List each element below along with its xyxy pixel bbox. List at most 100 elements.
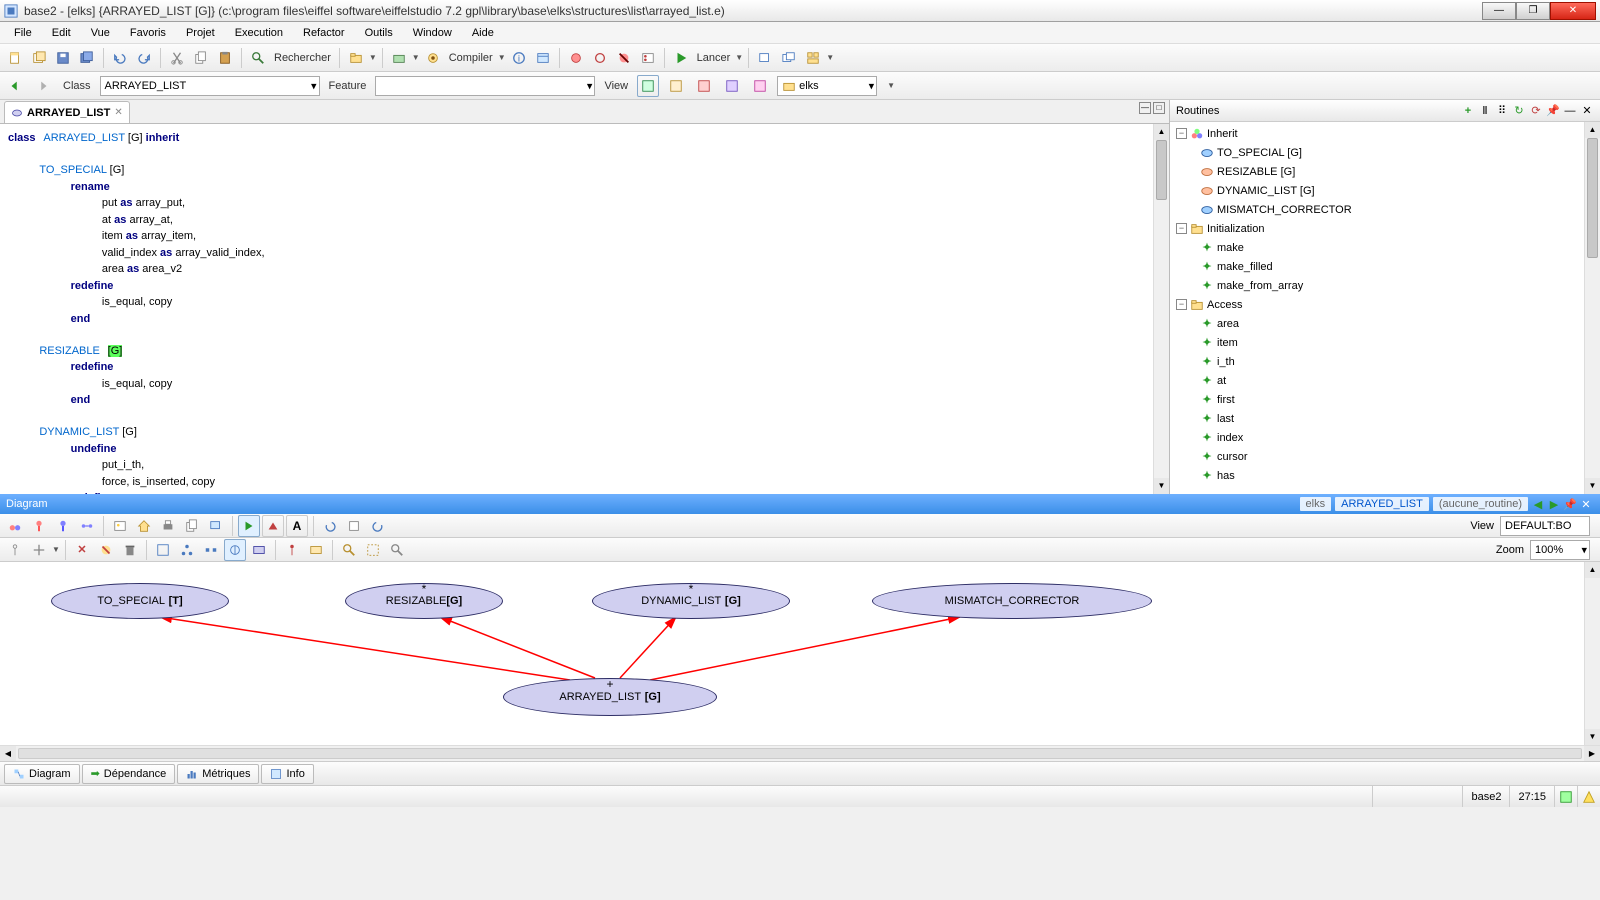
diagram-canvas[interactable]: TO_SPECIAL [T] *RESIZABLE[G] *DYNAMIC_LI… — [0, 562, 1600, 745]
node-mismatch[interactable]: MISMATCH_CORRECTOR — [872, 583, 1152, 619]
diagram-v-scrollbar[interactable]: ▲▼ — [1584, 562, 1600, 745]
client-icon[interactable] — [28, 515, 50, 537]
tree-item[interactable]: ✦index — [1174, 428, 1596, 447]
scroll-up-icon[interactable]: ▲ — [1154, 124, 1169, 140]
node-resizable[interactable]: *RESIZABLE[G] — [345, 583, 503, 619]
layout-1-icon[interactable] — [152, 539, 174, 561]
copy-diagram-icon[interactable] — [181, 515, 203, 537]
project-icon[interactable] — [388, 47, 410, 69]
window-new-icon[interactable] — [754, 47, 776, 69]
info-icon[interactable]: i — [508, 47, 530, 69]
tree-item[interactable]: ✦item — [1174, 333, 1596, 352]
new-icon[interactable] — [4, 47, 26, 69]
tree-node-access[interactable]: −Access — [1174, 295, 1596, 314]
collapse-icon[interactable]: − — [1176, 223, 1187, 234]
view-clickable-icon[interactable] — [665, 75, 687, 97]
node-to-special[interactable]: TO_SPECIAL [T] — [51, 583, 229, 619]
view-interface-icon[interactable] — [749, 75, 771, 97]
scroll-down-icon[interactable]: ▼ — [1585, 729, 1600, 745]
scroll-left-icon[interactable]: ◀ — [0, 746, 16, 761]
undo-icon[interactable] — [109, 47, 131, 69]
scroll-thumb[interactable] — [1587, 138, 1598, 258]
tree-item[interactable]: ✦make_from_array — [1174, 276, 1596, 295]
class-combo[interactable]: ARRAYED_LIST ▾ — [100, 76, 320, 96]
tree-item[interactable]: ✦at — [1174, 371, 1596, 390]
save-icon[interactable] — [52, 47, 74, 69]
prev-icon[interactable]: ◀ — [1531, 497, 1545, 511]
links-icon[interactable] — [76, 515, 98, 537]
tree-item[interactable]: ✦has — [1174, 466, 1596, 485]
scroll-up-icon[interactable]: ▲ — [1585, 562, 1600, 578]
cut-icon[interactable] — [166, 47, 188, 69]
cluster-view-icon[interactable] — [248, 539, 270, 561]
sync-icon[interactable]: ⟳ — [1529, 104, 1543, 118]
history-icon[interactable] — [343, 515, 365, 537]
tab-metriques[interactable]: Métriques — [177, 764, 259, 784]
breakpoint-disable-icon[interactable] — [589, 47, 611, 69]
close-tab-icon[interactable]: ✕ — [114, 107, 122, 118]
window-dup-icon[interactable] — [778, 47, 800, 69]
breakpoint-clear-icon[interactable] — [613, 47, 635, 69]
tab-diagram[interactable]: Diagram — [4, 764, 80, 784]
pin-icon[interactable]: 📌 — [1563, 497, 1577, 511]
chip-cluster[interactable]: elks — [1300, 497, 1332, 511]
tree-item[interactable]: MISMATCH_CORRECTOR — [1174, 200, 1596, 219]
breakpoint-list-icon[interactable] — [637, 47, 659, 69]
status-icon-1[interactable] — [1554, 786, 1577, 807]
save-all-icon[interactable] — [76, 47, 98, 69]
forward-icon[interactable] — [32, 75, 54, 97]
supplier-icon[interactable] — [52, 515, 74, 537]
cluster-combo[interactable]: elks ▾ — [777, 76, 877, 96]
dropdown-arrow-icon[interactable]: ▼ — [826, 53, 834, 62]
dropdown-arrow-icon[interactable]: ▼ — [887, 81, 895, 90]
tab-info[interactable]: Info — [261, 764, 313, 784]
zoom-icon[interactable] — [386, 539, 408, 561]
zoom-area-icon[interactable] — [362, 539, 384, 561]
menu-window[interactable]: Window — [403, 25, 462, 41]
next-icon[interactable]: ▶ — [1547, 497, 1561, 511]
dropdown-arrow-icon[interactable]: ▼ — [412, 53, 420, 62]
menu-edit[interactable]: Edit — [42, 25, 81, 41]
anchor-icon[interactable] — [4, 539, 26, 561]
copy-image-icon[interactable] — [205, 515, 227, 537]
menu-vue[interactable]: Vue — [81, 25, 120, 41]
feature-combo[interactable]: ▾ — [375, 76, 595, 96]
menu-execution[interactable]: Execution — [225, 25, 293, 41]
chip-routine[interactable]: (aucune_routine) — [1433, 497, 1528, 511]
tree-item[interactable]: ✦make — [1174, 238, 1596, 257]
zoom-combo[interactable]: 100%▾ — [1530, 540, 1590, 560]
tree-item[interactable]: TO_SPECIAL [G] — [1174, 143, 1596, 162]
arrow-up-icon[interactable] — [262, 515, 284, 537]
minimize-button[interactable]: — — [1482, 2, 1516, 20]
add-icon[interactable]: + — [1461, 104, 1475, 118]
tree-item[interactable]: ✦area — [1174, 314, 1596, 333]
search-icon[interactable] — [247, 47, 269, 69]
undo-diagram-icon[interactable] — [319, 515, 341, 537]
compile-label[interactable]: Compiler — [446, 52, 496, 64]
print-icon[interactable] — [157, 515, 179, 537]
scroll-up-icon[interactable]: ▲ — [1585, 122, 1600, 138]
scroll-down-icon[interactable]: ▼ — [1585, 478, 1600, 494]
maximize-button[interactable]: ❐ — [1516, 2, 1550, 20]
dropdown-arrow-icon[interactable]: ▼ — [735, 53, 743, 62]
routines-tree[interactable]: −Inherit TO_SPECIAL [G] RESIZABLE [G] DY… — [1170, 122, 1600, 494]
delete-icon[interactable]: ✕ — [71, 539, 93, 561]
dropdown-arrow-icon[interactable]: ▼ — [498, 53, 506, 62]
close-panel-icon[interactable]: ✕ — [1580, 104, 1594, 118]
tree-item[interactable]: ✦last — [1174, 409, 1596, 428]
scroll-down-icon[interactable]: ▼ — [1154, 478, 1169, 494]
menu-aide[interactable]: Aide — [462, 25, 504, 41]
save-image-icon[interactable] — [109, 515, 131, 537]
tree-item[interactable]: DYNAMIC_LIST [G] — [1174, 181, 1596, 200]
filter-classes-icon[interactable] — [305, 539, 327, 561]
home-icon[interactable] — [133, 515, 155, 537]
new-window-icon[interactable] — [28, 47, 50, 69]
tree-item[interactable]: ✦first — [1174, 390, 1596, 409]
scroll-thumb[interactable] — [18, 748, 1582, 759]
collapse-icon[interactable]: − — [1176, 299, 1187, 310]
layout-icon[interactable] — [802, 47, 824, 69]
copy-icon[interactable] — [190, 47, 212, 69]
dropdown-arrow-icon[interactable]: ▼ — [52, 545, 60, 554]
diagram-h-scrollbar[interactable]: ◀ ▶ — [0, 745, 1600, 761]
status-icon-2[interactable] — [1577, 786, 1600, 807]
